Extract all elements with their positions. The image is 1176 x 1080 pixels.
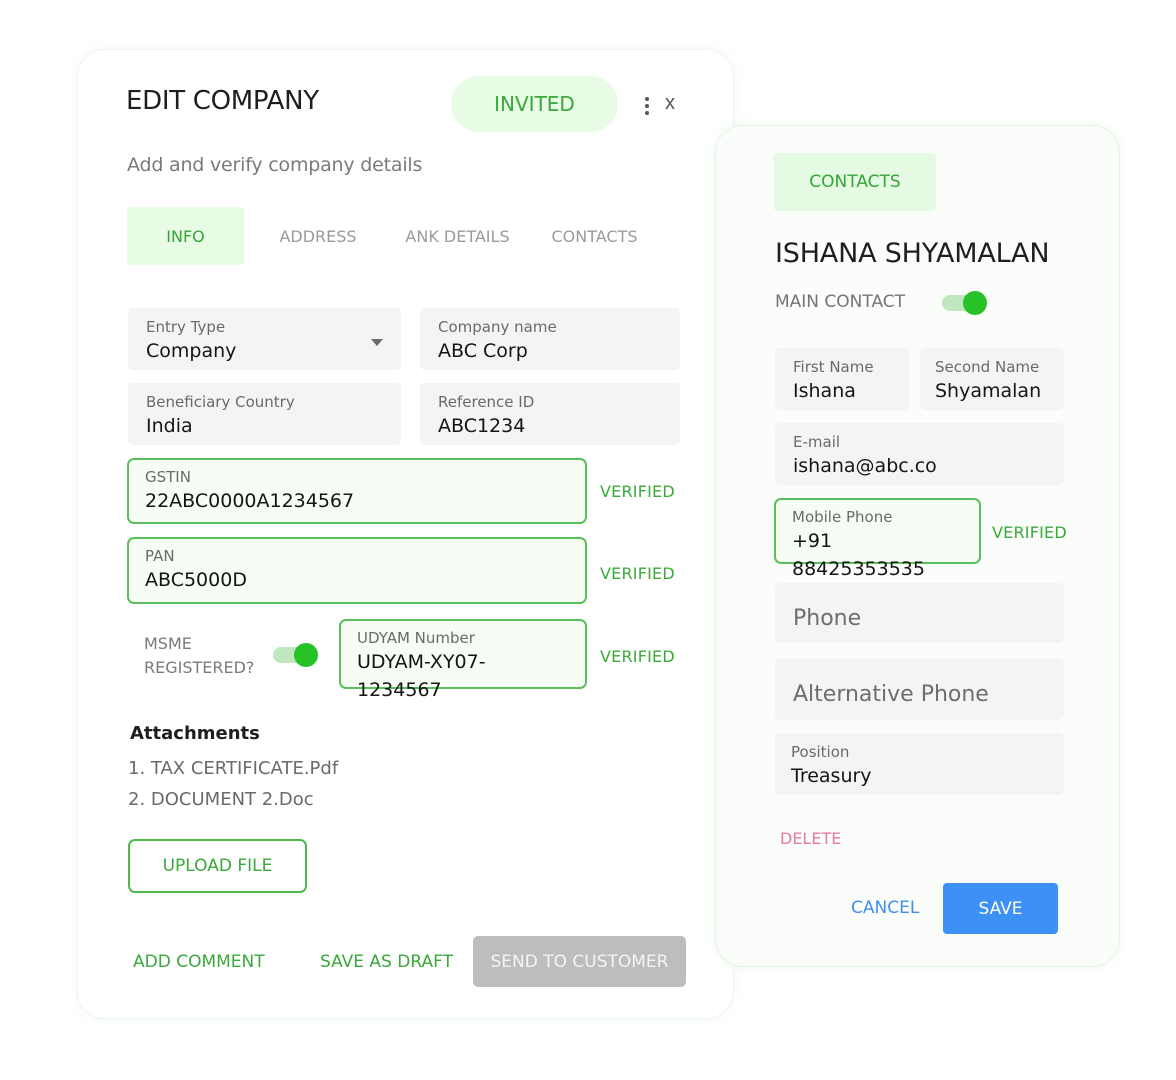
gstin-label: GSTIN (145, 468, 191, 486)
page-subtitle: Add and verify company details (127, 154, 423, 176)
first-name-label: First Name (793, 358, 874, 376)
add-comment-button[interactable]: ADD COMMENT (133, 952, 265, 972)
email-value: ishana@abc.co (793, 455, 937, 477)
second-name-field[interactable]: Second Name Shyamalan (920, 348, 1064, 410)
tab-info[interactable]: INFO (127, 207, 244, 265)
delete-contact-button[interactable]: DELETE (780, 829, 841, 848)
alternative-phone-placeholder: Alternative Phone (793, 681, 989, 707)
udyam-label: UDYAM Number (357, 629, 475, 647)
position-field[interactable]: Position Treasury (775, 733, 1064, 795)
page-title: EDIT COMPANY (126, 86, 319, 116)
company-name-field[interactable]: Company name ABC Corp (420, 308, 680, 370)
msme-toggle[interactable] (273, 642, 319, 668)
pan-label: PAN (145, 547, 175, 565)
second-name-value: Shyamalan (935, 380, 1042, 402)
beneficiary-country-field[interactable]: Beneficiary Country India (128, 383, 401, 445)
attachment-item[interactable]: 1. TAX CERTIFICATE.Pdf (128, 758, 338, 779)
mobile-verified-label: VERIFIED (992, 523, 1067, 542)
udyam-field[interactable]: UDYAM Number UDYAM-XY07-1234567 (339, 619, 587, 701)
gstin-verified-label: VERIFIED (600, 482, 675, 501)
entry-type-label: Entry Type (146, 318, 226, 336)
first-name-field[interactable]: First Name Ishana (775, 348, 910, 410)
beneficiary-country-label: Beneficiary Country (146, 393, 295, 411)
tab-ank-details[interactable]: ANK DETAILS (395, 207, 520, 265)
msme-label-line1: MSME (144, 634, 192, 653)
upload-file-button[interactable]: UPLOAD FILE (128, 839, 307, 893)
company-name-label: Company name (438, 318, 557, 336)
main-contact-label: MAIN CONTACT (775, 292, 906, 312)
gstin-value: 22ABC0000A1234567 (145, 490, 355, 512)
position-label: Position (791, 743, 850, 761)
beneficiary-country-value: India (146, 415, 193, 437)
second-name-label: Second Name (935, 358, 1040, 376)
phone-field[interactable]: Phone (775, 583, 1064, 643)
entry-type-select[interactable]: Entry Type Company (128, 308, 401, 370)
msme-label: MSME REGISTERED? (144, 632, 254, 680)
cancel-button[interactable]: CANCEL (851, 898, 919, 918)
position-value: Treasury (791, 765, 872, 787)
reference-id-value: ABC1234 (438, 415, 526, 437)
toggle-knob (294, 643, 318, 667)
pan-field[interactable]: PAN ABC5000D (127, 537, 587, 604)
pan-verified-label: VERIFIED (600, 564, 675, 583)
email-label: E-mail (793, 433, 841, 451)
tab-contacts[interactable]: CONTACTS (537, 207, 652, 265)
send-to-customer-button[interactable]: SEND TO CUSTOMER (473, 936, 686, 987)
email-field[interactable]: E-mail ishana@abc.co (775, 423, 1064, 485)
mobile-phone-label: Mobile Phone (792, 508, 893, 526)
reference-id-field[interactable]: Reference ID ABC1234 (420, 383, 680, 445)
save-as-draft-button[interactable]: SAVE AS DRAFT (320, 952, 453, 972)
contacts-tab[interactable]: CONTACTS (774, 153, 936, 211)
status-badge: INVITED (451, 76, 618, 132)
pan-value: ABC5000D (145, 569, 247, 591)
mobile-phone-value: +91 88425353535 (792, 530, 925, 580)
phone-placeholder: Phone (793, 605, 862, 631)
gstin-field[interactable]: GSTIN 22ABC0000A1234567 (127, 458, 587, 524)
udyam-value: UDYAM-XY07-1234567 (357, 651, 486, 701)
close-icon[interactable]: x (665, 92, 675, 115)
attachments-heading: Attachments (130, 723, 260, 744)
mobile-phone-field[interactable]: Mobile Phone +91 88425353535 (774, 498, 981, 580)
more-options-icon[interactable] (640, 94, 654, 118)
main-contact-toggle[interactable] (942, 290, 988, 316)
caret-down-icon (371, 339, 383, 346)
reference-id-label: Reference ID (438, 393, 535, 411)
entry-type-value: Company (146, 340, 237, 362)
tab-address[interactable]: ADDRESS (262, 207, 374, 265)
alternative-phone-field[interactable]: Alternative Phone (775, 658, 1064, 720)
msme-label-line2: REGISTERED? (144, 658, 255, 677)
company-name-value: ABC Corp (438, 340, 528, 362)
first-name-value: Ishana (793, 380, 856, 402)
attachment-item[interactable]: 2. DOCUMENT 2.Doc (128, 789, 314, 810)
save-button[interactable]: SAVE (943, 883, 1058, 934)
contact-name-heading: ISHANA SHYAMALAN (775, 238, 1050, 269)
udyam-verified-label: VERIFIED (600, 647, 675, 666)
toggle-knob (963, 291, 987, 315)
